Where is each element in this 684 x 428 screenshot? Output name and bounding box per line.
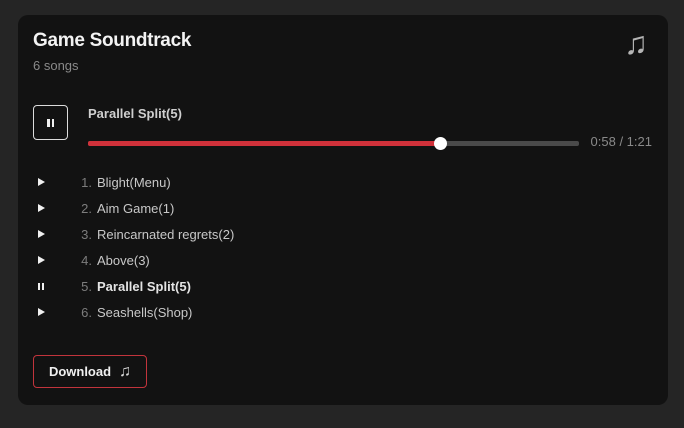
progress-bar[interactable] (88, 137, 579, 150)
progress-fill (88, 141, 440, 146)
track-name: Parallel Split(5) (97, 278, 191, 294)
track-name: Seashells(Shop) (97, 304, 193, 320)
track-name: Reincarnated regrets(2) (97, 226, 235, 242)
play-icon[interactable] (33, 178, 78, 186)
play-icon[interactable] (33, 230, 78, 238)
music-note-icon: ♫ (624, 25, 648, 61)
play-icon[interactable] (33, 308, 78, 316)
song-count: 6 songs (33, 58, 79, 73)
time-display: 0:58 / 1:21 (590, 134, 652, 149)
play-icon[interactable] (33, 204, 78, 212)
download-label: Download (48, 364, 112, 379)
track-item[interactable]: 6. Seashells(Shop) (33, 299, 234, 325)
track-item[interactable]: 2. Aim Game(1) (33, 195, 234, 221)
track-number: 4. (81, 252, 92, 268)
track-list: 1. Blight(Menu) 2. Aim Game(1) 3. Reincarnate… (33, 169, 234, 325)
music-note-icon: ♫ (119, 362, 132, 380)
track-name: Aim Game(1) (97, 200, 175, 216)
track-number: 1. (81, 174, 92, 190)
playlist-title: Game Soundtrack (33, 30, 192, 51)
track-item[interactable]: 1. Blight(Menu) (33, 169, 234, 195)
pause-icon[interactable] (33, 282, 78, 290)
track-number: 5. (81, 278, 92, 294)
track-item[interactable]: 5. Parallel Split(5) (33, 273, 234, 299)
now-playing-title: Parallel Split(5) (88, 106, 182, 121)
track-number: 3. (81, 226, 92, 242)
pause-icon (47, 118, 54, 127)
soundtrack-card: Game Soundtrack 6 songs ♫ Parallel Split… (18, 15, 668, 405)
progress-thumb[interactable] (433, 137, 447, 150)
pause-button[interactable] (33, 105, 68, 140)
track-item[interactable]: 3. Reincarnated regrets(2) (33, 221, 234, 247)
track-item[interactable]: 4. Above(3) (33, 247, 234, 273)
track-name: Above(3) (97, 252, 150, 268)
track-name: Blight(Menu) (97, 174, 171, 190)
play-icon[interactable] (33, 256, 78, 264)
download-button[interactable]: Download ♫ (33, 355, 147, 388)
track-number: 2. (81, 200, 92, 216)
track-number: 6. (81, 304, 92, 320)
